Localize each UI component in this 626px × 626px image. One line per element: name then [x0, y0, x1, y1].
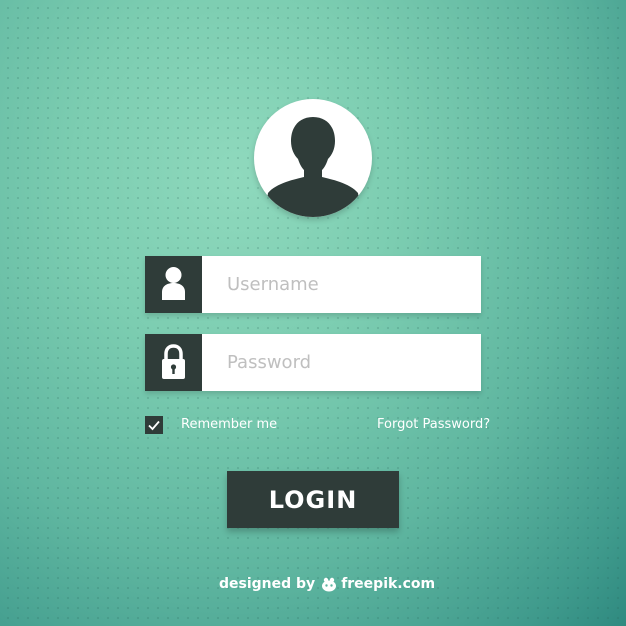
freepik-logo-icon	[322, 577, 337, 592]
password-field	[145, 334, 481, 391]
avatar	[254, 99, 372, 217]
password-input[interactable]	[202, 334, 481, 391]
remember-checkbox[interactable]	[145, 416, 163, 434]
checkmark-icon	[148, 420, 160, 431]
login-button[interactable]: LOGIN	[227, 471, 399, 528]
remember-label[interactable]: Remember me	[181, 416, 277, 434]
user-icon	[162, 267, 185, 300]
forgot-password-link[interactable]: Forgot Password?	[377, 416, 490, 434]
designed-by-text: designed by	[219, 576, 316, 592]
password-icon-box	[145, 334, 202, 391]
dot-pattern	[0, 0, 626, 626]
user-silhouette-icon	[264, 117, 362, 217]
lock-icon	[162, 344, 185, 379]
username-input[interactable]	[202, 256, 481, 313]
freepik-brand-text: freepik.com	[341, 576, 436, 592]
footer-credit: designed by freepik.com	[219, 573, 435, 595]
username-icon-box	[145, 256, 202, 313]
username-field	[145, 256, 481, 313]
